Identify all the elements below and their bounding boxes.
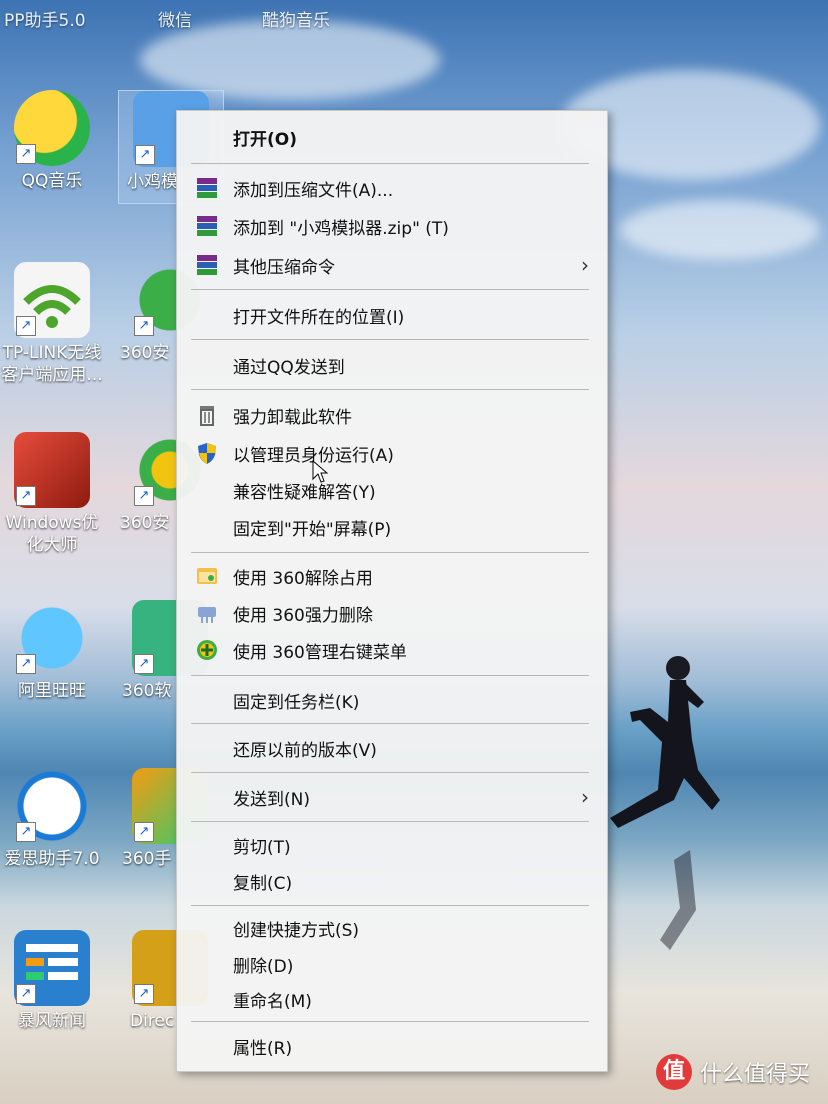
menu-item-copy[interactable]: 复制(C): [177, 863, 607, 899]
runner-silhouette: [610, 656, 720, 950]
menu-separator: [191, 289, 589, 290]
chevron-right-icon: ›: [581, 785, 589, 809]
cloud: [620, 200, 820, 260]
menu-separator: [191, 339, 589, 340]
menu-item-360-unlock[interactable]: 使用 360解除占用: [177, 558, 607, 594]
shortcut-arrow-icon: ↗: [16, 984, 36, 1004]
menu-item-open[interactable]: 打开(O): [177, 119, 607, 155]
360-shredder-icon: [195, 601, 219, 625]
wechat-label[interactable]: 微信: [158, 6, 192, 31]
chevron-right-icon: ›: [581, 253, 589, 277]
menu-item-send-to[interactable]: 发送到(N) ›: [177, 779, 607, 815]
trash-icon: [195, 403, 219, 427]
menu-item-other-compress[interactable]: 其他压缩命令 ›: [177, 247, 607, 283]
menu-separator: [191, 723, 589, 724]
mouse-cursor-icon: [312, 460, 328, 483]
menu-separator: [191, 772, 589, 773]
shortcut-arrow-icon: ↗: [16, 144, 36, 164]
desktop-icon-baofeng[interactable]: ↗ 暴风新闻: [0, 930, 104, 1032]
menu-item-pin-start[interactable]: 固定到"开始"屏幕(P): [177, 509, 607, 545]
zhide-logo-icon: 值: [655, 1054, 692, 1090]
tp-link-wifi-icon: ↗: [14, 262, 90, 338]
desktop-icon-aliwangwang[interactable]: ↗ 阿里旺旺: [0, 600, 104, 702]
shortcut-arrow-icon: ↗: [16, 822, 36, 842]
shortcut-arrow-icon: ↗: [16, 316, 36, 336]
context-menu: 打开(O) 添加到压缩文件(A)... 添加到 "小鸡模拟器.zip" (T) …: [176, 110, 608, 1072]
menu-item-run-admin[interactable]: 以管理员身份运行(A): [177, 435, 607, 471]
qq-music-icon: ↗: [14, 90, 90, 166]
desktop-icon-windows-optimizer[interactable]: ↗ Windows优 化大师: [0, 432, 104, 556]
menu-item-restore-versions[interactable]: 还原以前的版本(V): [177, 730, 607, 766]
shortcut-arrow-icon: ↗: [134, 984, 154, 1004]
uac-shield-icon: [195, 441, 219, 465]
top-labels: PP助手5.0 微信 酷狗音乐: [0, 6, 400, 32]
menu-item-properties[interactable]: 属性(R): [177, 1028, 607, 1064]
shortcut-arrow-icon: ↗: [134, 654, 154, 674]
cloud: [140, 20, 440, 100]
menu-separator: [191, 905, 589, 906]
shortcut-arrow-icon: ↗: [16, 654, 36, 674]
kugou-label[interactable]: 酷狗音乐: [262, 6, 330, 31]
winrar-icon: [195, 176, 219, 200]
menu-item-send-qq[interactable]: 通过QQ发送到: [177, 347, 607, 383]
shortcut-arrow-icon: ↗: [135, 145, 155, 165]
shortcut-arrow-icon: ↗: [134, 316, 154, 336]
menu-separator: [191, 163, 589, 164]
shortcut-arrow-icon: ↗: [134, 486, 154, 506]
desktop-icon-qq-music[interactable]: ↗ QQ音乐: [0, 90, 104, 192]
shortcut-arrow-icon: ↗: [16, 486, 36, 506]
menu-item-cut[interactable]: 剪切(T): [177, 827, 607, 863]
winrar-icon: [195, 253, 219, 277]
aliwangwang-icon: ↗: [14, 600, 90, 676]
shortcut-arrow-icon: ↗: [134, 822, 154, 842]
menu-item-rename[interactable]: 重命名(M): [177, 981, 607, 1017]
winrar-icon: [195, 214, 219, 238]
windows-optimizer-icon: ↗: [14, 432, 90, 508]
watermark: 值 什么值得买: [655, 1054, 810, 1090]
watermark-text: 什么值得买: [699, 1062, 810, 1087]
menu-separator: [191, 1021, 589, 1022]
menu-item-add-archive[interactable]: 添加到压缩文件(A)...: [177, 170, 607, 206]
menu-item-360-delete[interactable]: 使用 360强力删除: [177, 595, 607, 631]
menu-item-delete[interactable]: 删除(D): [177, 946, 607, 982]
desktop-icon-i4[interactable]: ↗ 爱思助手7.0: [0, 768, 104, 870]
menu-item-pin-taskbar[interactable]: 固定到任务栏(K): [177, 682, 607, 718]
menu-separator: [191, 821, 589, 822]
menu-item-create-shortcut[interactable]: 创建快捷方式(S): [177, 910, 607, 946]
360-unlock-icon: [195, 564, 219, 588]
desktop-icon-tp-link[interactable]: ↗ TP-LINK无线 客户端应用...: [0, 262, 104, 386]
i4-assistant-icon: ↗: [14, 768, 90, 844]
360-plus-icon: [195, 638, 219, 662]
menu-item-compat[interactable]: 兼容性疑难解答(Y): [177, 472, 607, 508]
menu-separator: [191, 552, 589, 553]
menu-item-force-uninstall[interactable]: 强力卸载此软件: [177, 397, 607, 433]
pp-assistant-label[interactable]: PP助手5.0: [4, 6, 86, 31]
menu-item-360-menu[interactable]: 使用 360管理右键菜单: [177, 632, 607, 668]
menu-item-add-zip[interactable]: 添加到 "小鸡模拟器.zip" (T): [177, 208, 607, 244]
menu-item-open-location[interactable]: 打开文件所在的位置(I): [177, 297, 607, 333]
menu-separator: [191, 675, 589, 676]
baofeng-news-icon: ↗: [14, 930, 90, 1006]
menu-separator: [191, 389, 589, 390]
